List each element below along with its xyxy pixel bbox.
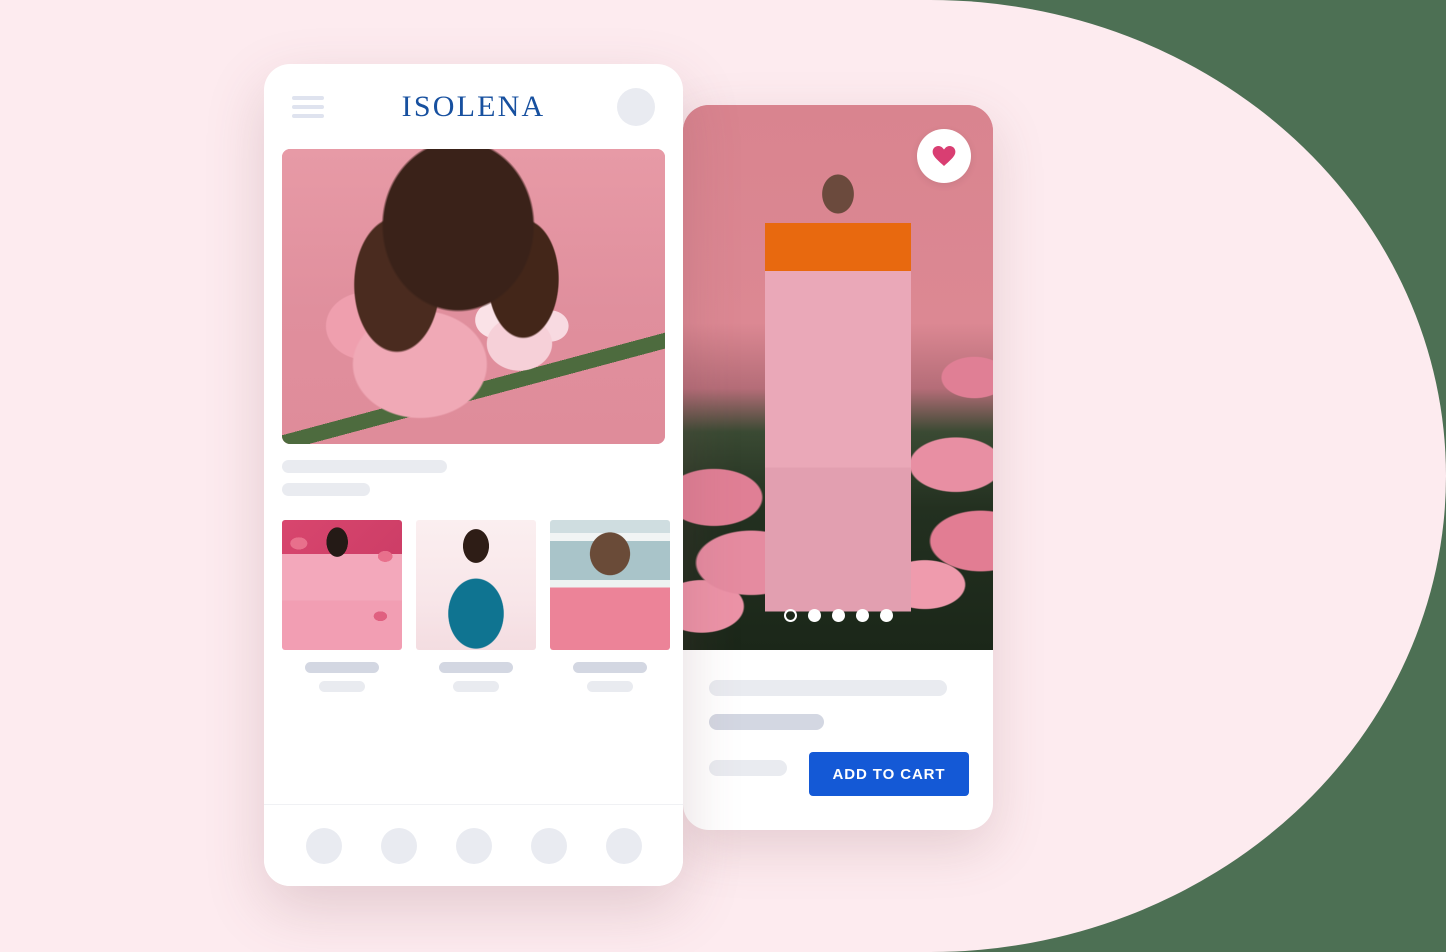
carousel-dot-5[interactable] — [879, 609, 893, 622]
nav-item-favorites[interactable] — [455, 827, 492, 864]
product-price-placeholder — [709, 714, 824, 730]
product-meta-placeholder — [709, 760, 787, 776]
product-detail-content: ADD TO CART — [683, 650, 993, 830]
nav-item-home[interactable] — [305, 827, 342, 864]
subtitle-placeholder — [282, 483, 370, 496]
carousel-dot-4[interactable] — [855, 609, 869, 622]
product-price-placeholder — [587, 681, 633, 692]
product-price-placeholder — [319, 681, 365, 692]
product-thumbnail-1 — [282, 520, 402, 650]
app-header: ISOLENA — [264, 64, 683, 149]
hero-banner[interactable] — [282, 149, 665, 444]
product-caption-1 — [282, 662, 402, 692]
product-gallery[interactable] — [683, 105, 993, 650]
product-hero-photo — [683, 105, 993, 650]
favorite-button[interactable] — [917, 129, 971, 183]
heart-filled-icon — [932, 146, 956, 166]
phone-screen-product-detail: ADD TO CART — [683, 105, 993, 830]
carousel-dot-3[interactable] — [831, 609, 845, 622]
gallery-carousel-dots[interactable] — [683, 609, 993, 622]
product-card-1[interactable] — [282, 520, 402, 692]
hero-text-placeholders — [264, 444, 683, 496]
product-grid — [264, 496, 683, 692]
product-name-placeholder — [439, 662, 513, 673]
nav-item-search[interactable] — [380, 827, 417, 864]
product-thumbnail-2 — [416, 520, 536, 650]
add-to-cart-button[interactable]: ADD TO CART — [809, 752, 969, 796]
bottom-navigation-bar — [264, 804, 683, 886]
carousel-dot-2[interactable] — [807, 609, 821, 622]
phone-screen-product-listing: ISOLENA — [264, 64, 683, 886]
user-avatar-icon[interactable] — [617, 87, 655, 126]
mockup-canvas: ADD TO CART ISOLENA — [0, 0, 1446, 952]
product-card-2[interactable] — [416, 520, 536, 692]
menu-bar-1 — [292, 95, 324, 100]
title-placeholder — [282, 460, 447, 473]
product-thumbnail-3 — [550, 520, 670, 650]
carousel-dot-1[interactable] — [783, 609, 797, 622]
model-figure — [765, 170, 911, 650]
product-card-3[interactable] — [550, 520, 670, 692]
product-title-placeholder — [709, 680, 947, 696]
nav-item-cart[interactable] — [530, 827, 567, 864]
product-caption-3 — [550, 662, 670, 692]
hamburger-menu-icon[interactable] — [292, 95, 324, 118]
menu-bar-3 — [292, 113, 324, 118]
product-caption-2 — [416, 662, 536, 692]
menu-bar-2 — [292, 104, 324, 109]
product-price-placeholder — [453, 681, 499, 692]
nav-item-profile[interactable] — [605, 827, 642, 864]
hero-photo — [282, 149, 665, 444]
product-name-placeholder — [573, 662, 647, 673]
product-name-placeholder — [305, 662, 379, 673]
